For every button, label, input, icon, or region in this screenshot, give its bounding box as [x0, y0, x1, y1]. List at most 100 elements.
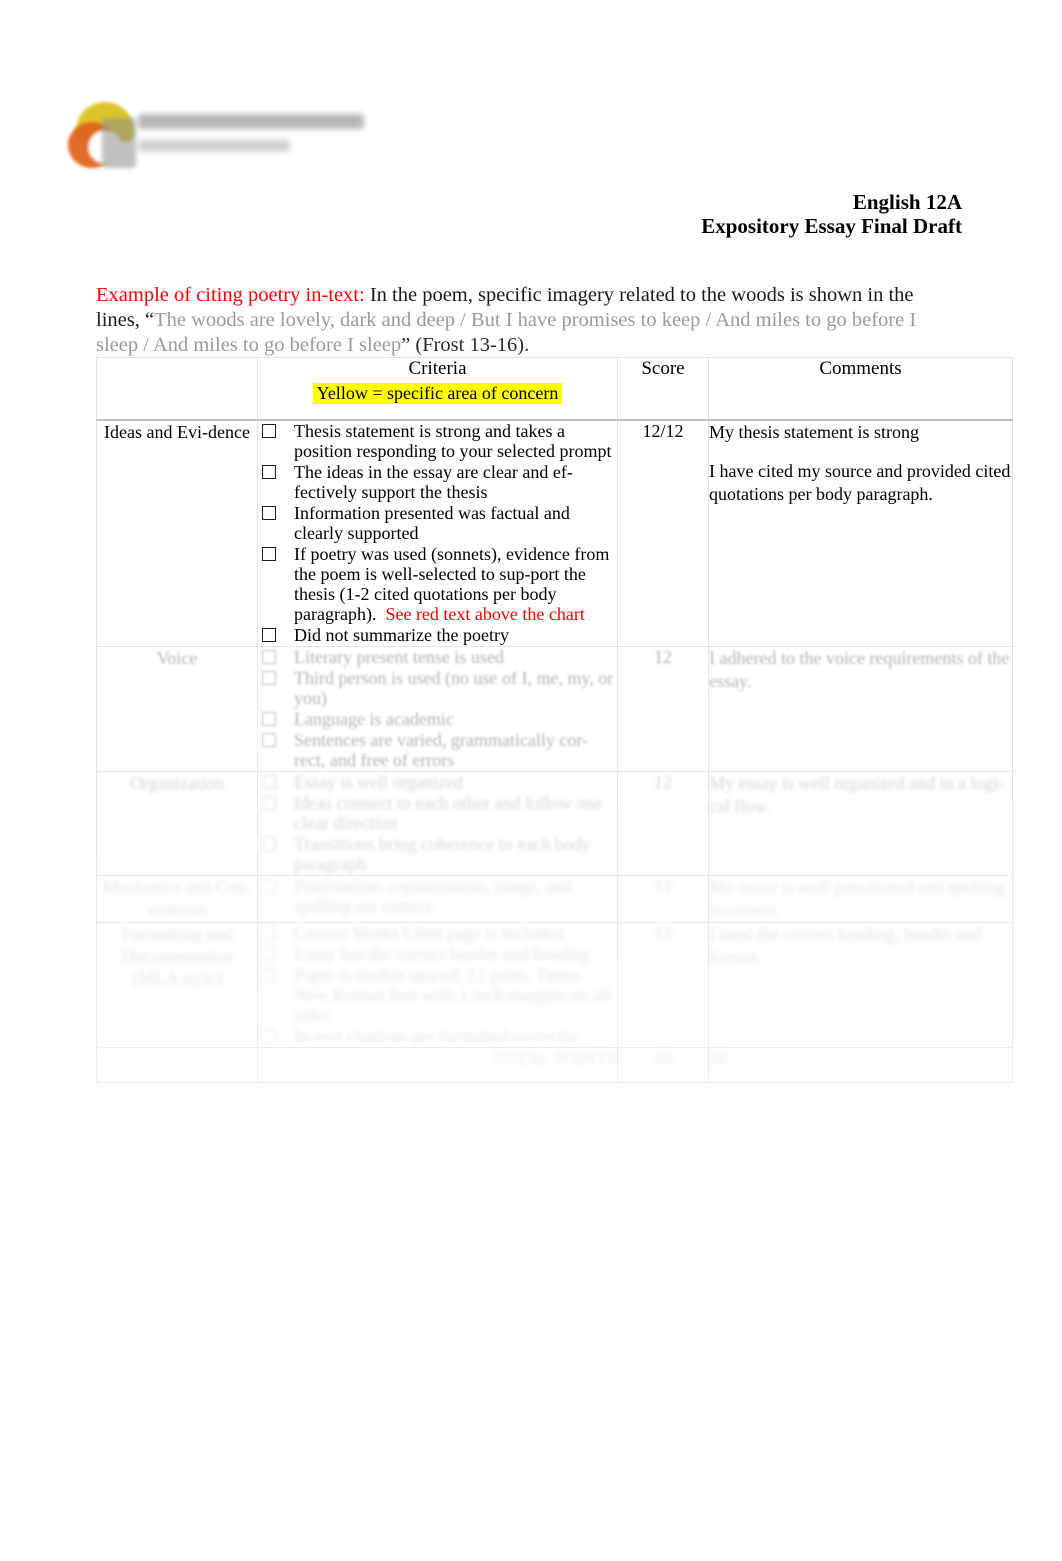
- header-criteria: Criteria Yellow = specific area of conce…: [257, 357, 618, 421]
- total-score: 60: [617, 1046, 709, 1083]
- comment-paragraph: I adhered to the voice requirements of t…: [709, 647, 1010, 691]
- rubric-category: Formatting and Documentation (MLA style): [96, 921, 258, 1048]
- header-comments: Comments: [708, 357, 1013, 421]
- checkbox-icon[interactable]: [262, 946, 276, 961]
- criteria-item[interactable]: Sentences are varied, grammatically cor-…: [258, 730, 617, 770]
- rubric-criteria: Punctuation, capitalization, usage, and …: [257, 874, 618, 923]
- checkbox-icon[interactable]: [262, 464, 276, 479]
- criteria-item-label: The ideas in the essay are clear and ef-…: [294, 461, 573, 502]
- document-page: English 12A Expository Essay Final Draft…: [0, 0, 1062, 1561]
- criteria-item-label: Ideas connect to each other and follow o…: [294, 792, 603, 833]
- criteria-item[interactable]: Essay has the correct header and heading: [258, 944, 617, 964]
- document-header: English 12A Expository Essay Final Draft: [96, 190, 962, 238]
- header-score: Score: [617, 357, 709, 421]
- header-category: [96, 357, 258, 421]
- criteria-item[interactable]: If poetry was used (sonnets), evidence f…: [258, 544, 617, 624]
- checkbox-icon[interactable]: [262, 878, 276, 893]
- rubric-category: Mechanics and Con-ventions: [96, 874, 258, 923]
- college-logo: [66, 96, 366, 172]
- criteria-item[interactable]: The ideas in the essay are clear and ef-…: [258, 462, 617, 502]
- criteria-item[interactable]: In-text citations are formatted correctl…: [258, 1026, 617, 1046]
- assignment-title: Expository Essay Final Draft: [701, 214, 962, 238]
- rubric-comments: My thesis statement is strong I have cite…: [708, 419, 1013, 647]
- rubric-table: Criteria Yellow = specific area of conce…: [96, 357, 1013, 1083]
- checkbox-icon[interactable]: [262, 795, 276, 810]
- criteria-item[interactable]: Did not summarize the poetry: [258, 625, 617, 645]
- rubric-comments: I adhered to the voice requirements of t…: [708, 645, 1013, 772]
- rubric-row: Voice Literary present tense is used Third…: [96, 645, 1013, 772]
- rubric-category: Organization: [96, 770, 258, 876]
- checkbox-icon[interactable]: [262, 423, 276, 438]
- criteria-item[interactable]: Paper is double spaced, 12 point, Times …: [258, 965, 617, 1025]
- criteria-item[interactable]: Ideas connect to each other and follow o…: [258, 793, 617, 833]
- checkbox-icon[interactable]: [262, 711, 276, 726]
- header-criteria-highlight-note: Yellow = specific area of concern: [312, 383, 563, 404]
- rubric-score: 12: [617, 645, 709, 772]
- criteria-item[interactable]: Information presented was factual and cl…: [258, 503, 617, 543]
- rubric-criteria: Thesis statement is strong and takes a p…: [257, 419, 618, 647]
- comment-paragraph: My essay is well organized and in a logi…: [709, 772, 1005, 816]
- criteria-item[interactable]: Language is academic: [258, 709, 617, 729]
- criteria-checklist: Correct Works Cited page is included Essa…: [258, 923, 617, 1046]
- logo-wordmark-line-2: [138, 140, 290, 151]
- rubric-category: Voice: [96, 645, 258, 772]
- total-row: TOTAL POINTS 60 60: [96, 1046, 1013, 1083]
- citation-example-paragraph: Example of citing poetry in-text: In the…: [96, 283, 956, 358]
- checkbox-icon[interactable]: [262, 546, 276, 561]
- rubric-row: Organization Essay is well organized Ideas…: [96, 770, 1013, 876]
- checkbox-icon[interactable]: [262, 925, 276, 940]
- rubric-category: Ideas and Evi-dence: [96, 419, 258, 647]
- criteria-item[interactable]: Third person is used (no use of I, me, m…: [258, 668, 617, 708]
- criteria-checklist: Literary present tense is used Third pers…: [258, 647, 617, 770]
- criteria-item-label: Transitions bring coherence to each body…: [294, 833, 591, 874]
- criteria-item[interactable]: Essay is well organized: [258, 772, 617, 792]
- rubric-criteria: Correct Works Cited page is included Essa…: [257, 921, 618, 1048]
- rubric-score: 12: [617, 921, 709, 1048]
- checkbox-icon[interactable]: [262, 627, 276, 642]
- checkbox-icon[interactable]: [262, 649, 276, 664]
- checkbox-icon[interactable]: [262, 505, 276, 520]
- logo-mark-icon: [66, 100, 136, 168]
- rubric-row: Mechanics and Con-ventions Punctuation, c…: [96, 874, 1013, 923]
- checkbox-icon[interactable]: [262, 732, 276, 747]
- criteria-item-label: Essay has the correct header and heading: [294, 943, 590, 964]
- criteria-red-note: See red text above the chart: [385, 603, 585, 624]
- rubric-criteria: Essay is well organized Ideas connect to …: [257, 770, 618, 876]
- criteria-item-label: Essay is well organized: [294, 771, 464, 792]
- criteria-item-label: Sentences are varied, grammatically cor-…: [294, 729, 588, 770]
- checkbox-icon[interactable]: [262, 670, 276, 685]
- criteria-item[interactable]: Thesis statement is strong and takes a p…: [258, 421, 617, 461]
- rubric-header-row: Criteria Yellow = specific area of conce…: [96, 357, 1013, 421]
- criteria-item[interactable]: Transitions bring coherence to each body…: [258, 834, 617, 874]
- criteria-item-label: Literary present tense is used: [294, 646, 504, 667]
- logo-wordmark-line-1: [138, 114, 364, 129]
- rubric-score: 12/12: [617, 419, 709, 647]
- criteria-checklist: Thesis statement is strong and takes a p…: [258, 421, 617, 645]
- criteria-item[interactable]: Punctuation, capitalization, usage, and …: [258, 876, 617, 916]
- rubric-footer: TOTAL POINTS 60 60: [96, 1046, 1013, 1083]
- criteria-checklist: Essay is well organized Ideas connect to …: [258, 772, 617, 874]
- checkbox-icon[interactable]: [262, 967, 276, 982]
- rubric-score: 12: [617, 770, 709, 876]
- criteria-item-label: Third person is used (no use of I, me, m…: [294, 667, 614, 708]
- criteria-item[interactable]: Literary present tense is used: [258, 647, 617, 667]
- checkbox-icon[interactable]: [262, 836, 276, 851]
- criteria-item-label: Punctuation, capitalization, usage, and …: [294, 875, 571, 916]
- logo-arc-gray: [102, 118, 136, 168]
- rubric-score: 12: [617, 874, 709, 923]
- checkbox-icon[interactable]: [262, 1028, 276, 1043]
- total-out-of: 60: [708, 1046, 1013, 1083]
- rubric-row: Ideas and Evi-dence Thesis statement is s…: [96, 419, 1013, 647]
- comment-paragraph: My essay is well punctuated and spelling…: [709, 876, 1005, 920]
- total-spacer-1: [96, 1046, 258, 1083]
- checkbox-icon[interactable]: [262, 774, 276, 789]
- rubric-comments: My essay is well punctuated and spelling…: [708, 874, 1013, 923]
- rubric-comments: My essay is well organized and in a logi…: [708, 770, 1013, 876]
- header-criteria-title: Criteria: [408, 358, 467, 379]
- total-label: TOTAL POINTS: [257, 1046, 618, 1083]
- criteria-item-label: Correct Works Cited page is included: [294, 922, 564, 943]
- rubric-row: Formatting and Documentation (MLA style)…: [96, 921, 1013, 1048]
- rubric-body: Ideas and Evi-dence Thesis statement is s…: [96, 419, 1013, 1048]
- rubric-criteria: Literary present tense is used Third pers…: [257, 645, 618, 772]
- criteria-item[interactable]: Correct Works Cited page is included: [258, 923, 617, 943]
